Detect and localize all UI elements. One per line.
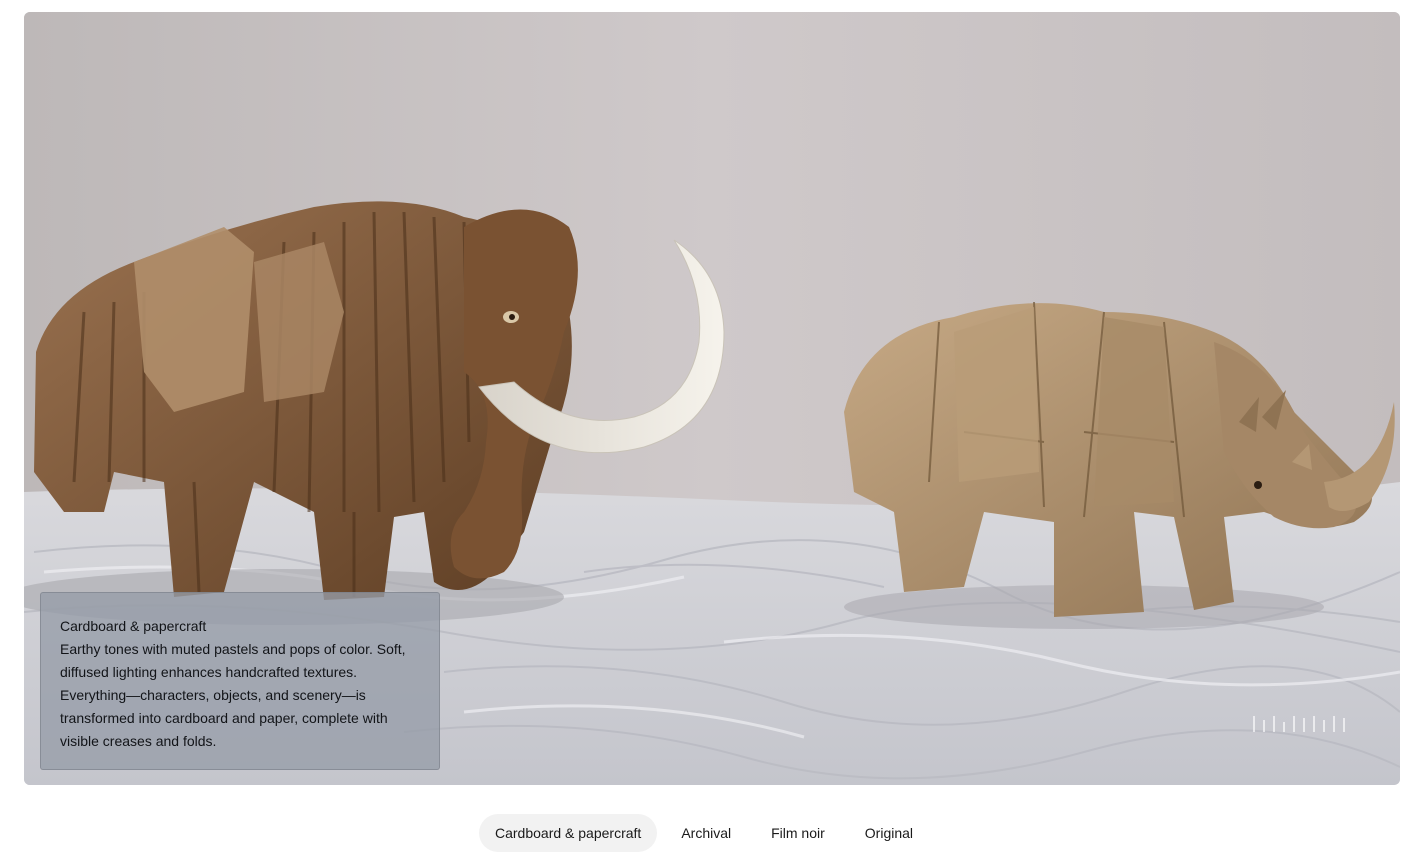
video-preview[interactable]: Cardboard & papercraft Earthy tones with… bbox=[24, 12, 1400, 785]
tab-cardboard-papercraft[interactable]: Cardboard & papercraft bbox=[479, 814, 658, 852]
caption-title: Cardboard & papercraft bbox=[60, 618, 207, 634]
tab-original[interactable]: Original bbox=[849, 814, 929, 852]
style-caption-card: Cardboard & papercraft Earthy tones with… bbox=[40, 592, 440, 770]
style-tabs: Cardboard & papercraft Archival Film noi… bbox=[479, 814, 929, 852]
caption-description: Earthy tones with muted pastels and pops… bbox=[60, 641, 406, 749]
tab-film-noir[interactable]: Film noir bbox=[755, 814, 841, 852]
watermark-logo-icon bbox=[1253, 716, 1345, 732]
tab-archival[interactable]: Archival bbox=[665, 814, 747, 852]
